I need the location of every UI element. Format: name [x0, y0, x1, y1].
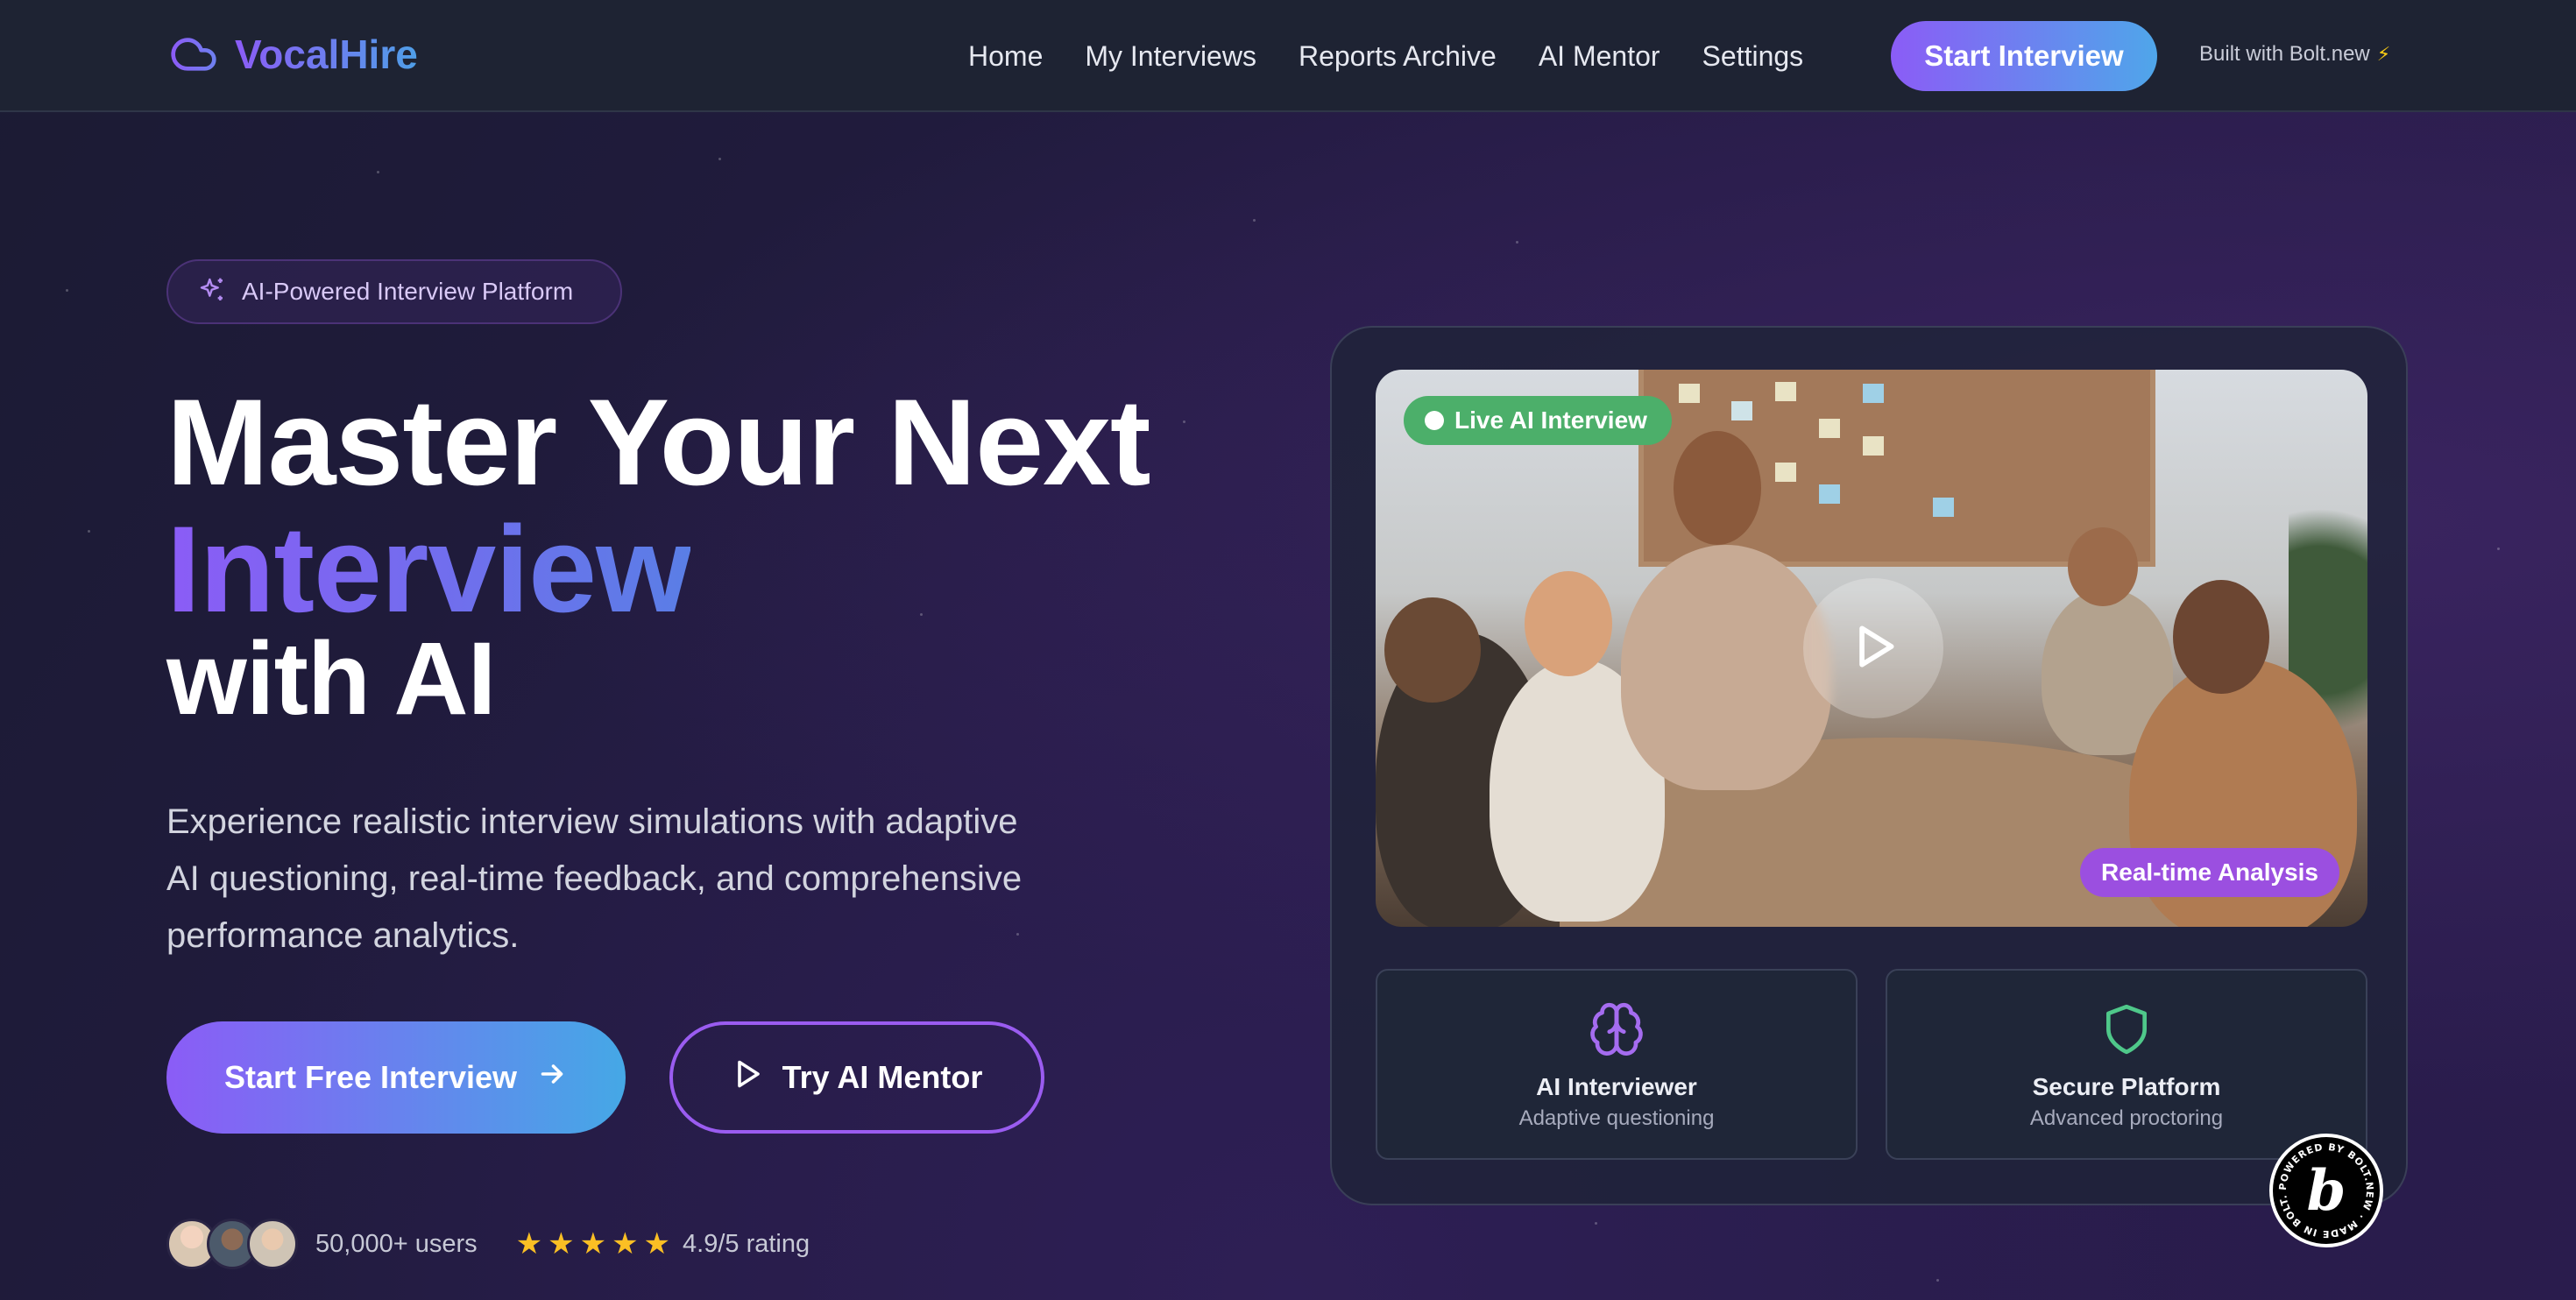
nav-link-ai-mentor[interactable]: AI Mentor [1539, 40, 1660, 73]
avatar [247, 1219, 298, 1269]
feature-ai-interviewer: AI Interviewer Adaptive questioning [1376, 969, 1858, 1160]
built-with-link[interactable]: Built with Bolt.new ⚡ [2199, 42, 2390, 67]
feature-secure-platform: Secure Platform Advanced proctoring [1886, 969, 2367, 1160]
play-icon [1846, 619, 1900, 678]
user-avatars [166, 1219, 298, 1269]
person-image [1621, 545, 1831, 790]
feature-subtitle: Adaptive questioning [1518, 1106, 1715, 1130]
cloud-icon [166, 30, 221, 79]
nav-link-my-interviews[interactable]: My Interviews [1085, 40, 1256, 73]
star-icon: ★ [579, 1227, 607, 1261]
lightning-icon: ⚡ [2376, 43, 2391, 65]
brand-logo[interactable]: VocalHire [166, 30, 418, 79]
start-free-interview-button[interactable]: Start Free Interview [166, 1021, 626, 1134]
nav-links: Home My Interviews Reports Archive AI Me… [968, 0, 1803, 112]
live-interview-badge: Live AI Interview [1404, 396, 1672, 445]
live-dot-icon [1425, 411, 1444, 430]
realtime-analysis-badge: Real-time Analysis [2080, 848, 2339, 897]
built-with-label: Built with Bolt.new [2199, 42, 2370, 66]
live-interview-label: Live AI Interview [1454, 406, 1647, 434]
top-navbar: VocalHire Home My Interviews Reports Arc… [0, 0, 2576, 112]
feature-subtitle: Advanced proctoring [2029, 1106, 2224, 1130]
user-count: 50,000+ users [315, 1229, 478, 1258]
interview-video[interactable]: Live AI Interview Real-time Analysis [1376, 370, 2367, 927]
hero-description: Experience realistic interview simulatio… [166, 802, 1023, 955]
person-image [1674, 431, 1761, 545]
star-icon: ★ [612, 1227, 639, 1261]
shield-icon [2099, 1000, 2154, 1063]
try-ai-mentor-label: Try AI Mentor [782, 1059, 983, 1095]
person-image [1525, 571, 1612, 676]
arrow-right-icon [536, 1058, 568, 1098]
start-free-interview-label: Start Free Interview [223, 1059, 518, 1095]
demo-card: Live AI Interview Real-time Analysis AI … [1330, 326, 2408, 1205]
hero-title-line2: Interview [166, 500, 691, 638]
start-interview-button[interactable]: Start Interview [1891, 21, 2157, 91]
nav-link-home[interactable]: Home [968, 40, 1043, 73]
play-outline-icon [732, 1058, 763, 1098]
social-proof: 50,000+ users ★ ★ ★ ★ ★ 4.9/5 rating [166, 1216, 810, 1272]
brand-name: VocalHire [235, 32, 418, 77]
rating-text: 4.9/5 rating [683, 1229, 810, 1258]
star-icon: ★ [515, 1227, 543, 1261]
try-ai-mentor-button[interactable]: Try AI Mentor [669, 1021, 1044, 1134]
bolt-badge[interactable]: POWERED BY BOLT.NEW · MADE IN BOLT.NEW ·… [2269, 1134, 2383, 1247]
star-icon: ★ [548, 1227, 575, 1261]
person-image [1384, 597, 1481, 703]
sparkles-icon [198, 276, 226, 308]
person-image [2173, 580, 2269, 694]
play-button[interactable] [1803, 578, 1943, 718]
star-icon: ★ [643, 1227, 671, 1261]
nav-link-reports-archive[interactable]: Reports Archive [1299, 40, 1497, 73]
brain-icon [1588, 1000, 1645, 1063]
rating-stars: ★ ★ ★ ★ ★ [516, 1226, 670, 1261]
feature-title: Secure Platform [2032, 1073, 2221, 1100]
platform-badge: AI-Powered Interview Platform [166, 259, 622, 324]
nav-link-settings[interactable]: Settings [1702, 40, 1804, 73]
person-image [2068, 527, 2138, 606]
platform-badge-label: AI-Powered Interview Platform [242, 278, 574, 305]
hero-title-line3: with AI [166, 621, 496, 737]
feature-title: AI Interviewer [1536, 1073, 1697, 1100]
bolt-logo-letter: b [2306, 1157, 2346, 1224]
hero-title-line1: Master Your Next [166, 373, 1151, 511]
